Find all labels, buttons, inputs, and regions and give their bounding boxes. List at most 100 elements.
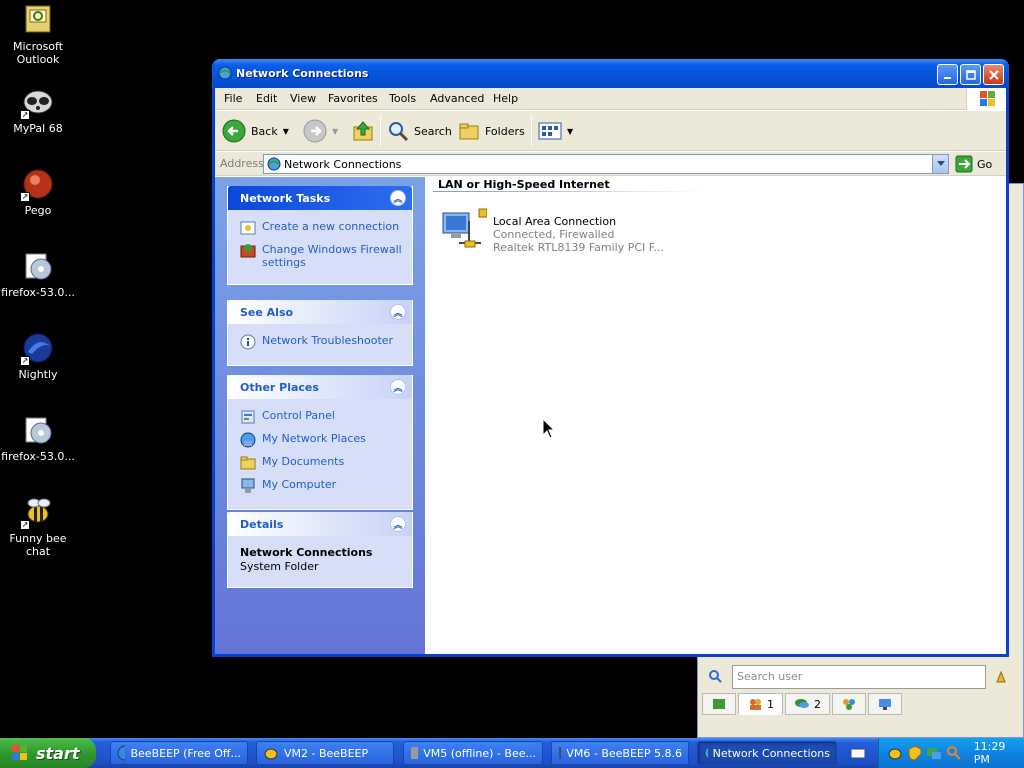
address-input[interactable]: Network Connections [263,154,949,174]
taskbar-button-vm2[interactable]: VM2 - BeeBEEP [256,741,394,765]
details-header[interactable]: Details ︽ [228,512,412,536]
installer-icon [22,250,54,282]
see-also-header[interactable]: See Also ︽ [228,300,412,324]
desktop-icon-label: Nightly [18,368,58,381]
other-places-header[interactable]: Other Places ︽ [228,375,412,399]
magnifier-icon[interactable] [946,745,962,761]
minimize-icon [943,76,951,79]
windows-flag-icon [12,745,27,760]
panel-title: Network Tasks [240,192,331,205]
address-value: Network Connections [284,157,402,171]
groups-icon [843,699,855,710]
task-windows-firewall[interactable]: Change Windows Firewall settings [240,243,402,269]
collapse-icon[interactable]: ︽ [390,304,406,320]
close-button[interactable] [983,64,1004,85]
folders-button[interactable]: Folders [458,118,525,144]
minimize-button[interactable] [937,64,958,85]
collapse-icon[interactable]: ︽ [390,379,406,395]
bee-tray-icon[interactable] [887,745,903,761]
place-my-computer[interactable]: My Computer [240,478,402,494]
desktop-icon-firefox-1[interactable]: firefox-53.0... [0,250,76,299]
menu-advanced[interactable]: Advanced [430,92,484,105]
go-button[interactable]: Go [955,154,992,174]
windows-logo [966,88,1006,110]
lan-connection-icon [442,208,487,248]
local-area-connection-item[interactable]: Local Area Connection Connected, Firewal… [439,207,664,255]
tab-chats[interactable]: 2 [785,693,830,715]
task-label: Create a new connection [262,220,400,233]
place-my-documents[interactable]: My Documents [240,455,402,471]
home-icon [713,699,725,709]
group-header: LAN or High-Speed Internet [438,178,610,191]
panel-title: Details [240,518,284,531]
place-label: Control Panel [262,409,335,422]
taskbar-button-label: VM5 (offline) - Bee... [423,746,536,760]
menu-help[interactable]: Help [493,92,518,105]
dropdown-arrow-icon[interactable]: ▼ [332,127,338,136]
shield-icon[interactable] [907,745,923,761]
desktop-icon-firefox-2[interactable]: firefox-53.0... [0,414,76,463]
task-create-connection[interactable]: Create a new connection [240,220,402,236]
taskbar-button-vm5[interactable]: VM5 (offline) - Bee... [403,741,543,765]
desktop-icon-funny-bee[interactable]: ↗ Funny bee chat [0,496,76,558]
network-tasks-header[interactable]: Network Tasks ︽ [228,186,412,210]
menu-favorites[interactable]: Favorites [328,92,378,105]
firewall-icon [240,244,256,258]
desktop-icon-outlook[interactable]: Microsoft Outlook [0,4,76,66]
menu-file[interactable]: File [224,92,242,105]
other-places-panel: Other Places ︽ Control Panel My Network … [227,375,413,510]
network-tray-icon[interactable] [926,745,942,761]
dropdown-arrow-icon[interactable]: ▼ [567,127,573,136]
forward-button[interactable]: ▼ [303,118,338,144]
collapse-icon[interactable]: ︽ [390,190,406,206]
menu-bar: File Edit View Favorites Tools Advanced … [215,88,1006,110]
taskbar-button-beebeep[interactable]: BeeBEEP (Free Off... [110,741,248,765]
up-folder-button[interactable] [351,118,375,144]
task-pane: Network Tasks ︽ Create a new connection … [215,177,425,654]
place-my-network-places[interactable]: My Network Places [240,432,402,448]
desktop-icon-label: Microsoft Outlook [12,40,64,66]
info-icon [240,334,256,350]
chats-count: 2 [814,697,821,711]
tab-home[interactable] [702,693,736,715]
search-button[interactable]: Search [387,118,452,144]
users-icon [750,699,761,710]
address-dropdown-button[interactable] [932,155,948,173]
go-arrow-icon [955,155,973,173]
clear-search-icon[interactable] [994,669,1008,686]
tab-network[interactable] [868,693,902,715]
dropdown-arrow-icon[interactable]: ▼ [283,127,289,136]
back-button[interactable]: Back ▼ [222,118,289,144]
collapse-icon[interactable]: ︽ [390,516,406,532]
maximize-button[interactable] [960,64,981,85]
network-connections-icon [218,66,232,80]
new-connection-icon [240,221,256,235]
desktop-icon-label: Pego [24,204,52,217]
place-label: My Network Places [262,432,366,445]
network-places-icon [240,432,256,448]
taskbar-button-label: VM2 - BeeBEEP [284,746,369,760]
place-control-panel[interactable]: Control Panel [240,409,402,425]
folder-icon [240,456,256,470]
address-label: Address [220,157,264,170]
title-bar[interactable]: Network Connections [212,59,1009,89]
start-button[interactable]: start [0,738,96,768]
taskbar-button-vm6[interactable]: VM6 - BeeBEEP 5.8.6 [551,741,689,765]
mypal-icon: ↗ [20,86,54,120]
nightly-icon: ↗ [20,332,54,366]
desktop-icon-nightly[interactable]: ↗ Nightly [0,332,76,381]
desktop-icon-mypal[interactable]: ↗ MyPal 68 [0,86,76,135]
task-network-troubleshooter[interactable]: Network Troubleshooter [240,334,402,350]
keyboard-icon[interactable] [850,745,866,764]
search-user-input[interactable]: Search user [732,665,986,689]
tab-groups[interactable] [832,693,866,715]
desktop-icon-pego[interactable]: ↗ Pego [0,168,76,217]
menu-view[interactable]: View [290,92,316,105]
menu-edit[interactable]: Edit [256,92,277,105]
taskbar-button-network-connections[interactable]: Network Connections [697,741,837,765]
clock[interactable]: 11:29 PM [974,740,1024,766]
tab-users[interactable]: 1 [738,693,783,715]
views-button[interactable]: ▼ [538,118,573,144]
menu-tools[interactable]: Tools [389,92,416,105]
back-arrow-icon [222,119,246,143]
